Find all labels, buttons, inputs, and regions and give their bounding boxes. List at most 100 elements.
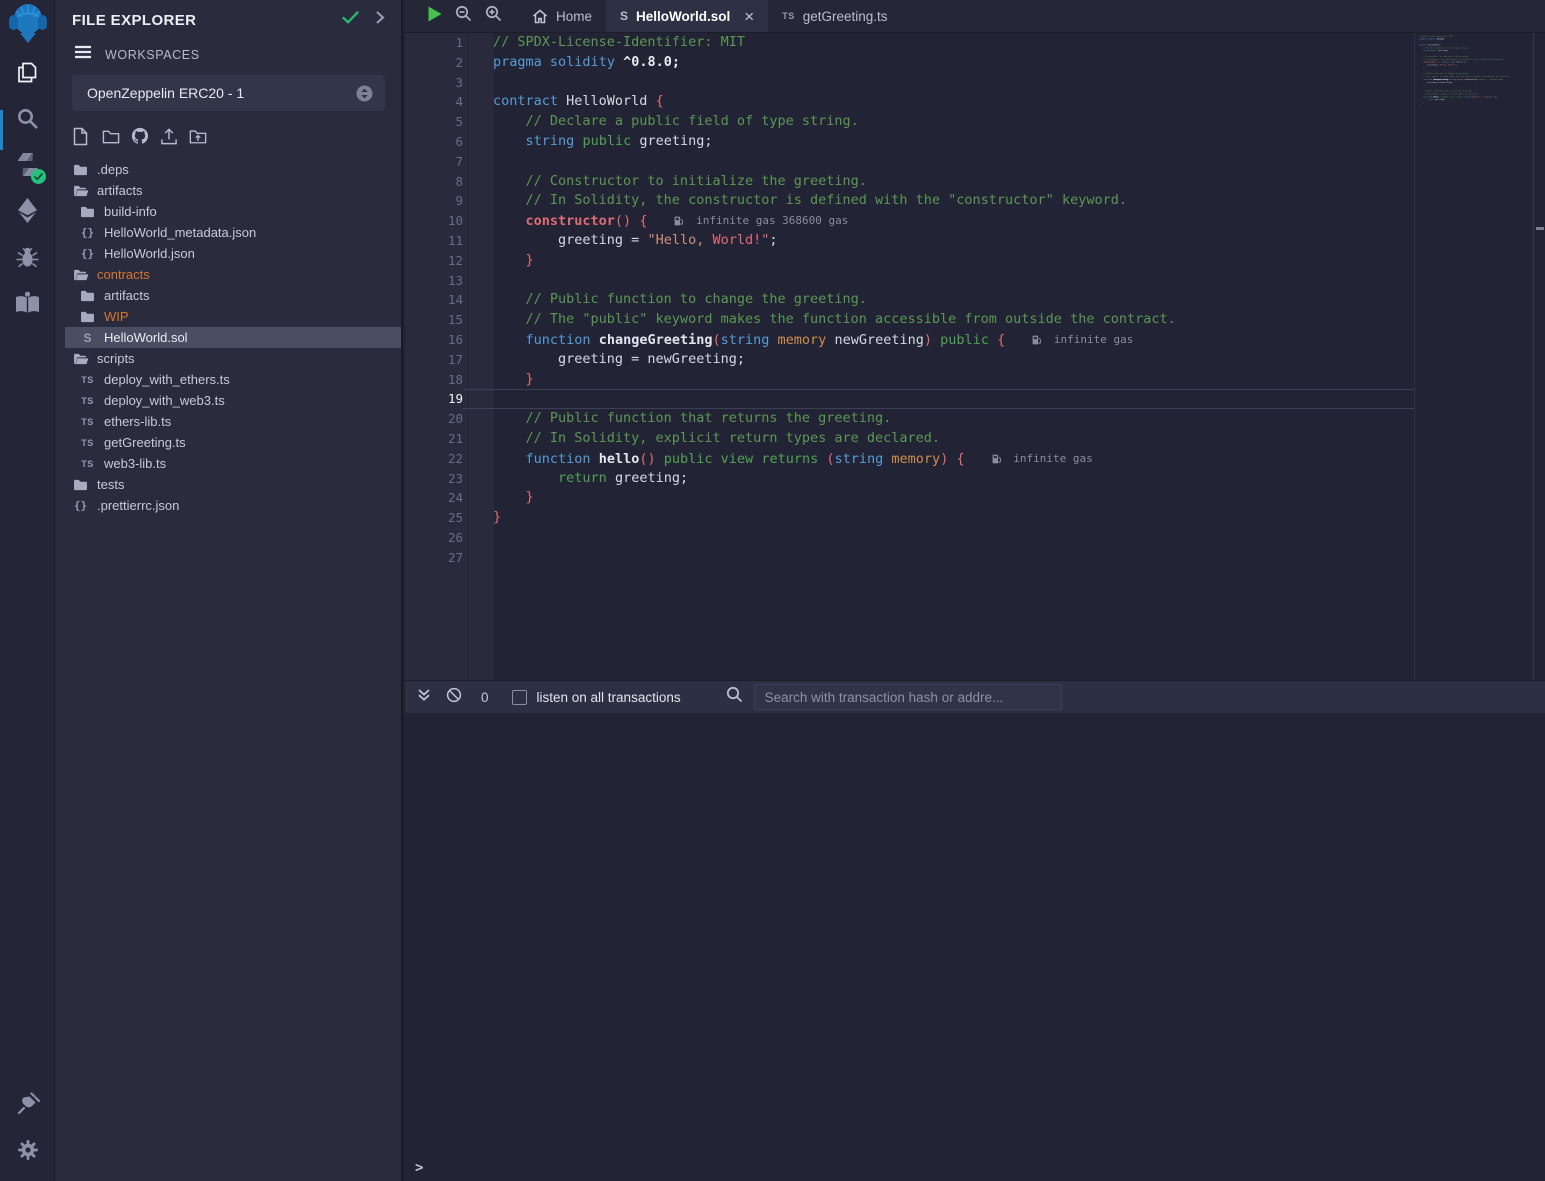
tree-item-build-info[interactable]: build-info [65, 201, 401, 222]
code-line-1: 1// SPDX-License-Identifier: MIT [405, 33, 1414, 53]
scrollbar-handle[interactable] [1536, 227, 1544, 230]
line-content: // Public function to change the greetin… [463, 290, 1414, 310]
plug-icon [16, 1092, 40, 1121]
ts-icon: TS [782, 11, 795, 21]
editor-right-scrollbar[interactable] [1533, 33, 1545, 680]
transaction-search-input[interactable] [754, 684, 1062, 710]
tree-item-label: tests [97, 477, 124, 492]
line-content: contract HelloWorld { [463, 92, 1414, 112]
ethereum-icon [15, 197, 40, 229]
tree-item-deploy_with_ethers.ts[interactable]: TSdeploy_with_ethers.ts [65, 369, 401, 390]
close-tab-icon[interactable]: × [744, 8, 754, 25]
line-number: 17 [405, 350, 463, 370]
line-number: 1 [405, 33, 463, 53]
tree-item-HelloWorld.json[interactable]: {}HelloWorld.json [65, 243, 401, 264]
code-line-6: 6 string public greeting; [405, 132, 1414, 152]
tree-item-HelloWorld_metadata.json[interactable]: {}HelloWorld_metadata.json [65, 222, 401, 243]
line-content: function hello() public view returns (st… [463, 449, 1414, 469]
tree-item-artifacts[interactable]: artifacts [65, 180, 401, 201]
compile-success-badge [31, 169, 46, 184]
terminal-toolbar: 0 listen on all transactions [405, 680, 1545, 713]
code-line-22: 22 function hello() public view returns … [405, 449, 1414, 469]
tab-HelloWorld.sol[interactable]: SHelloWorld.sol× [606, 0, 768, 32]
line-number: 3 [405, 73, 463, 93]
code-line-13: 13 [405, 271, 1414, 291]
documentation-activity-button[interactable] [0, 282, 55, 328]
tree-item-scripts[interactable]: scripts [65, 348, 401, 369]
folder-icon [72, 479, 89, 491]
tree-item-getGreeting.ts[interactable]: TS getGreeting.ts [65, 432, 401, 453]
code-line-12: 12 } [405, 251, 1414, 271]
settings-button[interactable] [0, 1129, 55, 1175]
run-script-button[interactable] [422, 0, 448, 32]
workspace-select[interactable]: OpenZeppelin ERC20 - 1 [72, 75, 385, 111]
line-number: 22 [405, 449, 463, 469]
tree-item-label: deploy_with_web3.ts [104, 393, 225, 408]
code-line-15: 15 // The "public" keyword makes the fun… [405, 310, 1414, 330]
tab-getGreeting.ts[interactable]: TSgetGreeting.ts [768, 0, 901, 32]
folder-open-icon [72, 269, 89, 281]
explorer-toolbar [55, 111, 401, 146]
workspaces-label: WORKSPACES [105, 48, 200, 62]
tree-item-label: WIP [104, 309, 129, 324]
listen-transactions-label: listen on all transactions [537, 690, 681, 705]
line-content: // Public function that returns the gree… [463, 409, 1414, 429]
tree-item-WIP[interactable]: WIP [65, 306, 401, 327]
listen-transactions-checkbox[interactable] [512, 690, 527, 705]
ts-icon: TS [79, 438, 96, 448]
solidity-compiler-activity-button[interactable] [0, 144, 55, 190]
github-icon[interactable] [131, 126, 149, 146]
deploy-run-activity-button[interactable] [0, 190, 55, 236]
publish-gist-icon[interactable] [160, 126, 178, 146]
line-content: constructor() { infinite gas 368600 gas [463, 211, 1414, 231]
file-explorer-panel: FILE EXPLORER WORKSPACES OpenZeppelin ER… [55, 0, 403, 1181]
workspaces-menu-icon[interactable] [74, 45, 92, 64]
line-number: 21 [405, 429, 463, 449]
clear-console-button[interactable] [446, 687, 462, 708]
plugin-manager-button[interactable] [0, 1083, 55, 1129]
tree-item-ethers-lib.ts[interactable]: TSethers-lib.ts [65, 411, 401, 432]
remix-logo[interactable] [0, 0, 55, 52]
editor-minimap[interactable]: // SPDX-License-Identifier: MITpragma so… [1419, 35, 1511, 121]
tree-item-deploy_with_web3.ts[interactable]: TSdeploy_with_web3.ts [65, 390, 401, 411]
tree-item-label: getGreeting.ts [104, 435, 186, 450]
debugger-activity-button[interactable] [0, 236, 55, 282]
code-line-4: 4contract HelloWorld { [405, 92, 1414, 112]
file-explorer-activity-button[interactable] [0, 52, 55, 98]
check-icon [34, 168, 43, 186]
code-line-5: 5 // Declare a public field of type stri… [405, 112, 1414, 132]
tree-item-.deps[interactable]: .deps [65, 159, 401, 180]
new-file-icon[interactable] [73, 126, 91, 146]
line-number: 11 [405, 231, 463, 251]
code-line-11: 11 greeting = "Hello, World!"; [405, 231, 1414, 251]
chevron-right-icon[interactable] [375, 10, 385, 30]
tree-item-artifacts[interactable]: artifacts [65, 285, 401, 306]
tab-Home[interactable]: Home [518, 0, 606, 32]
line-number: 25 [405, 508, 463, 528]
activity-bar [0, 0, 55, 1181]
line-content: function changeGreeting(string memory ne… [463, 330, 1414, 350]
home-icon [532, 9, 548, 24]
check-icon[interactable] [342, 11, 359, 29]
tree-item-.prettierrc.json[interactable]: {}.prettierrc.json [65, 495, 401, 516]
ts-icon: TS [79, 375, 96, 385]
zoom-out-button[interactable] [448, 0, 478, 32]
terminal-output[interactable]: > [405, 713, 1545, 1181]
panel-title: FILE EXPLORER [72, 12, 196, 29]
tree-item-contracts[interactable]: contracts [65, 264, 401, 285]
folder-icon [79, 290, 96, 302]
load-folder-icon[interactable] [189, 126, 207, 146]
terminal-collapse-button[interactable] [417, 688, 431, 707]
tree-item-label: scripts [97, 351, 135, 366]
search-activity-button[interactable] [0, 98, 55, 144]
line-number: 27 [405, 548, 463, 568]
line-number: 14 [405, 290, 463, 310]
tree-item-HelloWorld.sol[interactable]: SHelloWorld.sol [65, 327, 401, 348]
tab-label: HelloWorld.sol [636, 9, 730, 24]
new-folder-icon[interactable] [102, 126, 120, 146]
tree-item-tests[interactable]: tests [65, 474, 401, 495]
code-editor[interactable]: 1// SPDX-License-Identifier: MIT2pragma … [405, 33, 1545, 680]
code-line-23: 23 return greeting; [405, 469, 1414, 489]
tree-item-web3-lib.ts[interactable]: TSweb3-lib.ts [65, 453, 401, 474]
zoom-in-button[interactable] [478, 0, 508, 32]
